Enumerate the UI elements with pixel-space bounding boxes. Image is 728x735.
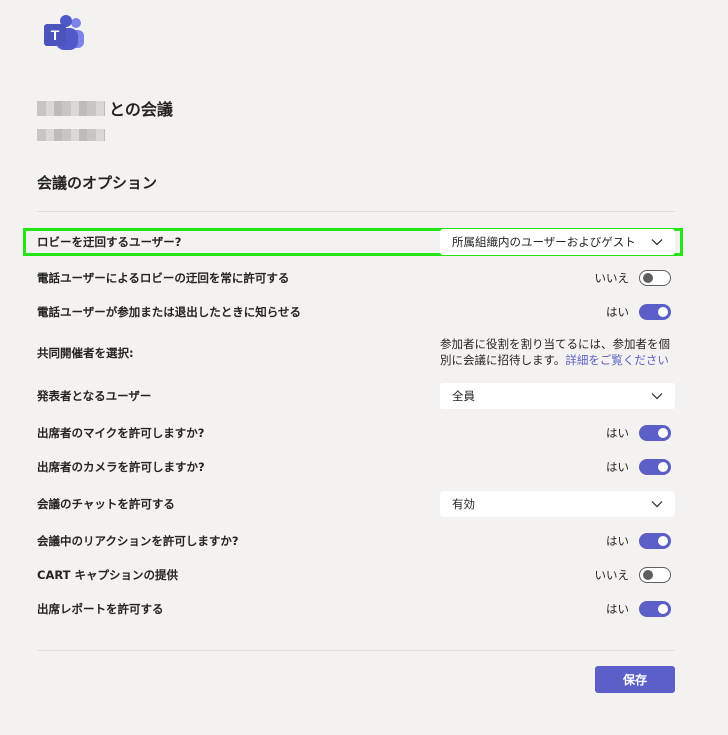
presenters-value: 全員 [452,389,475,403]
option-phone-notify: 電話ユーザーが参加または退出したときに知らせる はい [37,299,675,325]
camera-state: はい [606,460,629,474]
mic-label: 出席者のマイクを許可しますか? [37,426,205,440]
cohost-label: 共同開催者を選択: [37,346,134,360]
section-title: 会議のオプション [37,174,158,192]
chat-value: 有効 [452,497,475,511]
cart-toggle[interactable] [639,567,671,583]
phone-bypass-label: 電話ユーザーによるロビーの迂回を常に許可する [37,271,290,285]
attendance-state: はい [606,602,629,616]
redacted-organizer-name [37,100,105,116]
bypass-lobby-label: ロビーを迂回するユーザー? [37,235,182,249]
chevron-down-icon [651,501,663,508]
attendance-label: 出席レポートを許可する [37,602,164,616]
cart-state: いいえ [594,568,630,582]
meeting-title: との会議 [37,96,173,120]
reactions-toggle[interactable] [639,533,671,549]
camera-toggle[interactable] [639,459,671,475]
redacted-meeting-time [37,129,105,141]
presenters-label: 発表者となるユーザー [37,389,152,403]
learn-more-link[interactable]: 詳細をご覧ください [565,353,669,367]
chat-label: 会議のチャットを許可する [37,497,175,511]
reactions-label: 会議中のリアクションを許可しますか? [37,534,239,548]
chat-dropdown[interactable]: 有効 [440,491,675,517]
option-cart: CART キャプションの提供 いいえ [37,562,675,588]
reactions-state: はい [606,534,629,548]
save-button[interactable]: 保存 [595,666,675,693]
option-phone-bypass: 電話ユーザーによるロビーの迂回を常に許可する いいえ [37,265,675,291]
mic-state: はい [606,426,629,440]
chevron-down-icon [651,393,663,400]
camera-label: 出席者のカメラを許可しますか? [37,460,205,474]
option-reactions: 会議中のリアクションを許可しますか? はい [37,528,675,554]
meeting-title-text: との会議 [109,100,173,119]
cohost-description: 参加者に役割を割り当てるには、参加者を個別に会議に招待します。詳細をご覧ください [440,336,675,368]
attendance-toggle[interactable] [639,601,671,617]
phone-bypass-state: いいえ [594,271,630,285]
svg-text:T: T [51,27,60,43]
option-presenters: 発表者となるユーザー 全員 [37,383,675,409]
option-camera: 出席者のカメラを許可しますか? はい [37,454,675,480]
meeting-datetime [37,126,105,145]
mic-toggle[interactable] [639,425,671,441]
option-chat: 会議のチャットを許可する 有効 [37,491,675,517]
option-cohost: 共同開催者を選択: 参加者に役割を割り当てるには、参加者を個別に会議に招待します… [37,336,675,370]
phone-notify-toggle[interactable] [639,304,671,320]
bypass-lobby-value: 所属組織内のユーザーおよびゲスト [452,235,636,249]
option-bypass-lobby: ロビーを迂回するユーザー? 所属組織内のユーザーおよびゲスト [37,229,675,255]
phone-bypass-toggle[interactable] [639,270,671,286]
teams-logo-icon: T [42,14,88,54]
phone-notify-state: はい [606,305,629,319]
option-attendance: 出席レポートを許可する はい [37,596,675,622]
cart-label: CART キャプションの提供 [37,568,179,582]
bypass-lobby-dropdown[interactable]: 所属組織内のユーザーおよびゲスト [440,229,675,255]
phone-notify-label: 電話ユーザーが参加または退出したときに知らせる [37,305,302,319]
bottom-divider [37,650,675,651]
option-mic: 出席者のマイクを許可しますか? はい [37,420,675,446]
top-divider [37,211,675,212]
chevron-down-icon [651,239,663,246]
presenters-dropdown[interactable]: 全員 [440,383,675,409]
